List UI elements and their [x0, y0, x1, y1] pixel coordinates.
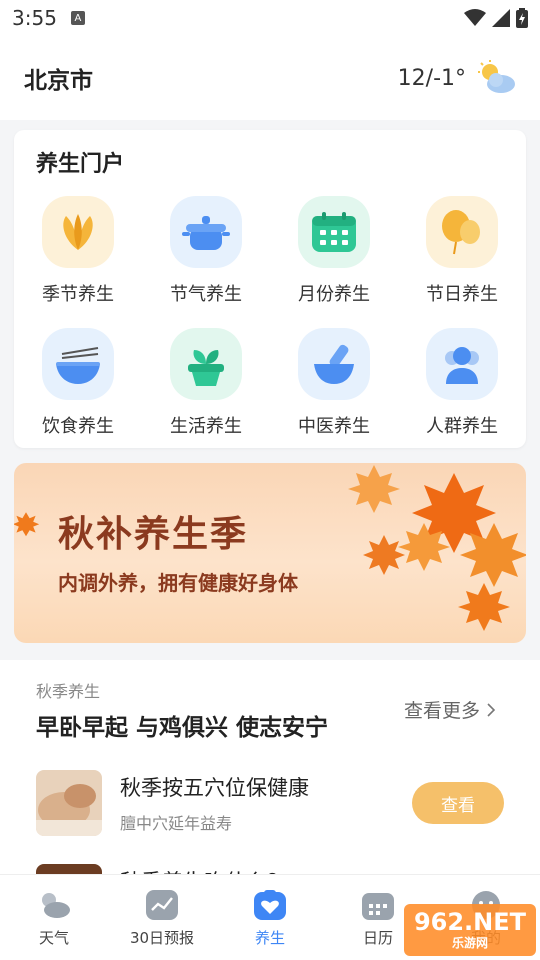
bowl-chopsticks-icon	[42, 328, 114, 400]
portal-item-label: 人群养生	[426, 416, 498, 437]
portal-item-diet[interactable]: 饮食养生	[14, 328, 142, 438]
banner-title: 秋补养生季	[58, 513, 249, 555]
header: 北京市 12/-1°	[0, 36, 540, 120]
portal-title: 养生门户	[36, 152, 125, 177]
autumn-health-section: 秋季养生 早卧早起 与鸡俱兴 使志安宁 查看更多 秋季按五穴位保健康 膻中穴延年…	[0, 660, 540, 930]
tab-weather[interactable]: 天气	[0, 875, 108, 960]
temperature: 12/-1°	[397, 65, 466, 91]
status-bar: 3:55 A	[0, 0, 540, 36]
tab-30day[interactable]: 30日预报	[108, 875, 216, 960]
portal-item-label: 季节养生	[42, 284, 114, 305]
portal-item-label: 节日养生	[426, 284, 498, 305]
section-heading: 早卧早起 与鸡俱兴 使志安宁	[36, 715, 329, 741]
leaf-icon	[42, 196, 114, 268]
portal-item-solar-term[interactable]: 节气养生	[142, 196, 270, 306]
health-icon	[252, 889, 288, 921]
portal-item-label: 中医养生	[298, 416, 370, 437]
article-item[interactable]: 秋季按五穴位保健康 膻中穴延年益寿 查看	[36, 770, 506, 840]
pot-icon	[170, 196, 242, 268]
article-subtitle: 膻中穴延年益寿	[120, 814, 233, 833]
tab-label: 日历	[362, 929, 393, 947]
battery-icon	[516, 8, 528, 28]
portal-item-label: 生活养生	[170, 416, 242, 437]
site-watermark: 962.NET 乐游网	[404, 904, 536, 956]
chevron-right-icon	[487, 702, 496, 717]
tab-health[interactable]: 养生	[216, 875, 324, 960]
portal-item-people[interactable]: 人群养生	[398, 328, 526, 438]
portal-item-season[interactable]: 季节养生	[14, 196, 142, 306]
portal-item-festival[interactable]: 节日养生	[398, 196, 526, 306]
sprout-pot-icon	[170, 328, 242, 400]
portal-item-label: 月份养生	[298, 284, 370, 305]
wifi-icon	[464, 9, 486, 26]
status-time: 3:55	[12, 6, 57, 30]
health-portal-card: 养生门户 季节养生 节气养生 月份养生 节日养生 饮食养生 生活养生 中医养生 …	[14, 130, 526, 448]
weather-icon	[36, 889, 72, 921]
banner-subtitle: 内调外养，拥有健康好身体	[58, 571, 298, 595]
view-more-link[interactable]: 查看更多	[404, 696, 496, 723]
signal-icon	[492, 9, 510, 27]
status-icons	[464, 8, 528, 28]
tab-label: 30日预报	[129, 929, 195, 947]
calendar-icon	[360, 889, 396, 921]
portal-item-label: 节气养生	[170, 284, 242, 305]
article-title: 秋季按五穴位保健康	[120, 776, 309, 800]
portal-item-month[interactable]: 月份养生	[270, 196, 398, 306]
portal-item-label: 饮食养生	[42, 416, 114, 437]
trend-icon	[144, 889, 180, 921]
notification-icon: A	[70, 11, 85, 25]
view-button[interactable]: 查看	[412, 782, 504, 824]
portal-item-life[interactable]: 生活养生	[142, 328, 270, 438]
tab-label: 天气	[38, 929, 69, 947]
balloon-icon	[426, 196, 498, 268]
watermark-sub: 乐游网	[451, 935, 488, 950]
people-icon	[426, 328, 498, 400]
portal-item-tcm[interactable]: 中医养生	[270, 328, 398, 438]
calendar-icon	[298, 196, 370, 268]
city-name[interactable]: 北京市	[24, 61, 93, 95]
section-tag: 秋季养生	[36, 682, 101, 701]
mortar-icon	[298, 328, 370, 400]
view-more-label: 查看更多	[404, 700, 481, 722]
autumn-banner[interactable]: 秋补养生季 内调外养，拥有健康好身体	[14, 463, 526, 643]
portal-grid: 季节养生 节气养生 月份养生 节日养生 饮食养生 生活养生 中医养生 人群养生	[14, 196, 526, 438]
tab-label: 养生	[254, 929, 285, 947]
article-thumbnail	[36, 770, 102, 836]
watermark-main: 962.NET	[413, 907, 527, 936]
partly-cloudy-icon	[476, 60, 516, 96]
